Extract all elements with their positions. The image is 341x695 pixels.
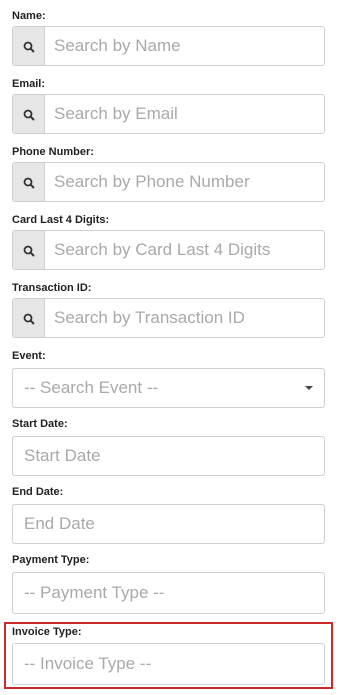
email-label: Email:: [12, 78, 46, 90]
event-label: Event:: [12, 350, 46, 362]
phone-search-addon: [13, 163, 45, 201]
end-date-input[interactable]: End Date: [12, 504, 325, 544]
phone-label: Phone Number:: [12, 146, 94, 158]
payment-type-label: Payment Type:: [12, 554, 90, 566]
name-search-addon: [13, 27, 45, 65]
transaction-search-input[interactable]: Search by Transaction ID: [12, 298, 325, 338]
payment-type-select[interactable]: -- Payment Type --: [12, 572, 325, 614]
card-label: Card Last 4 Digits:: [12, 214, 110, 226]
transaction-search-addon: [13, 299, 45, 337]
card-search-addon: [13, 231, 45, 269]
email-search-addon: [13, 95, 45, 133]
transaction-field-group: Transaction ID: Search by Transaction ID: [12, 282, 325, 340]
name-label: Name:: [12, 10, 46, 22]
card-search-input[interactable]: Search by Card Last 4 Digits: [12, 230, 325, 270]
event-field-group: Event: -- Search Event --: [12, 350, 325, 408]
email-placeholder: Search by Email: [54, 104, 178, 123]
invoice-type-field-group: Invoice Type: -- Invoice Type --: [12, 626, 325, 686]
start-date-field-group: Start Date: Start Date: [12, 418, 325, 476]
search-icon: [23, 313, 35, 325]
card-placeholder: Search by Card Last 4 Digits: [54, 240, 271, 259]
payment-type-field-group: Payment Type: -- Payment Type --: [12, 554, 325, 614]
search-icon: [23, 41, 35, 53]
transaction-placeholder: Search by Transaction ID: [54, 308, 245, 327]
phone-placeholder: Search by Phone Number: [54, 172, 250, 191]
payment-type-placeholder: -- Payment Type --: [24, 583, 165, 602]
start-date-placeholder: Start Date: [24, 446, 101, 465]
end-date-placeholder: End Date: [24, 514, 95, 533]
transaction-label: Transaction ID:: [12, 282, 92, 294]
end-date-field-group: End Date: End Date: [12, 486, 325, 544]
phone-field-group: Phone Number: Search by Phone Number: [12, 146, 325, 204]
caret-down-icon: [305, 386, 313, 390]
end-date-label: End Date:: [12, 486, 64, 498]
email-search-input[interactable]: Search by Email: [12, 94, 325, 134]
card-field-group: Card Last 4 Digits: Search by Card Last …: [12, 214, 325, 272]
name-field-group: Name: Search by Name: [12, 10, 325, 68]
name-placeholder: Search by Name: [54, 36, 181, 55]
search-icon: [23, 109, 35, 121]
email-field-group: Email: Search by Email: [12, 78, 325, 136]
phone-search-input[interactable]: Search by Phone Number: [12, 162, 325, 202]
search-icon: [23, 245, 35, 257]
invoice-type-placeholder: -- Invoice Type --: [24, 654, 152, 673]
invoice-type-label: Invoice Type:: [12, 626, 82, 638]
search-icon: [23, 177, 35, 189]
event-select[interactable]: -- Search Event --: [12, 368, 325, 408]
start-date-label: Start Date:: [12, 418, 68, 430]
start-date-input[interactable]: Start Date: [12, 436, 325, 476]
name-search-input[interactable]: Search by Name: [12, 26, 325, 66]
invoice-type-select[interactable]: -- Invoice Type --: [12, 643, 325, 685]
event-placeholder: -- Search Event --: [24, 378, 159, 397]
